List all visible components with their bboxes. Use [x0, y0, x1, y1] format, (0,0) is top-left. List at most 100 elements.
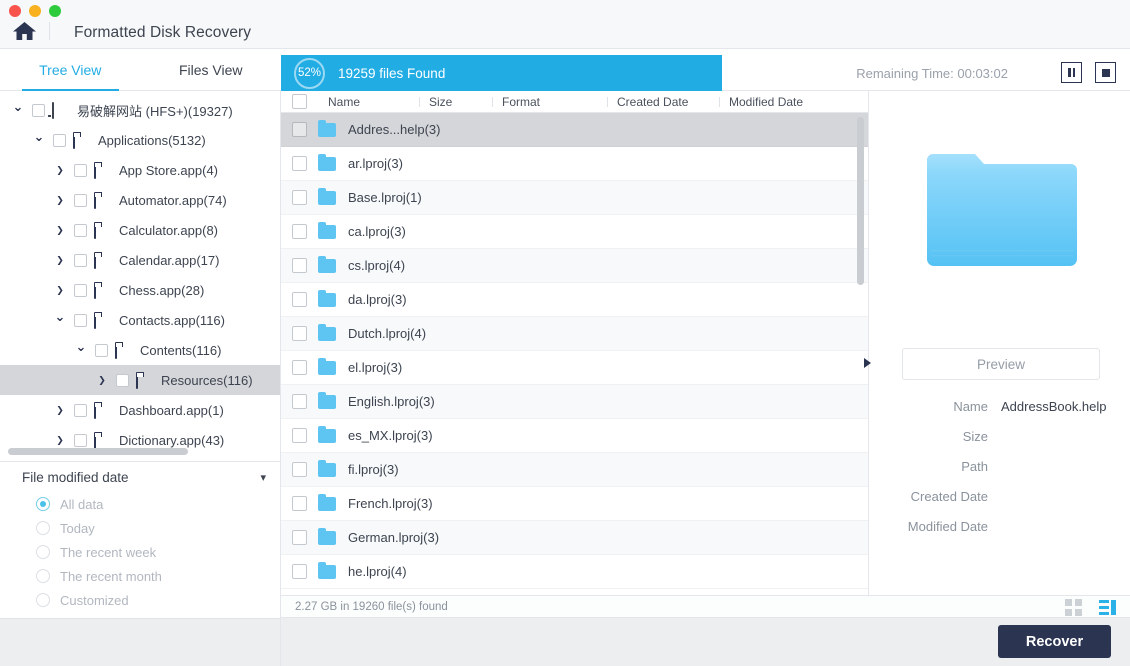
tree-item-checkbox[interactable]	[95, 343, 108, 357]
row-checkbox-cell[interactable]	[281, 224, 318, 239]
tree-item-checkbox[interactable]	[53, 133, 66, 147]
list-view-icon[interactable]	[1099, 600, 1116, 615]
radio-button[interactable]	[36, 497, 50, 511]
row-checkbox[interactable]	[292, 122, 307, 137]
tab-files-view[interactable]: Files View	[141, 49, 282, 91]
column-header-name[interactable]: Name	[318, 95, 419, 109]
row-checkbox-cell[interactable]	[281, 530, 318, 545]
chevron-right-icon[interactable]: ❯	[52, 255, 68, 266]
row-checkbox[interactable]	[292, 428, 307, 443]
row-checkbox-cell[interactable]	[281, 258, 318, 273]
filter-option[interactable]: The recent week	[0, 540, 280, 564]
row-checkbox-cell[interactable]	[281, 496, 318, 511]
recover-button[interactable]: Recover	[998, 625, 1111, 658]
filter-header[interactable]: File modified date ▾	[0, 462, 280, 492]
select-all-checkbox[interactable]	[292, 94, 307, 109]
table-row[interactable]: English.lproj(3)	[281, 385, 868, 419]
pause-button[interactable]	[1061, 62, 1082, 83]
filter-option[interactable]: All data	[0, 492, 280, 516]
table-row[interactable]: da.lproj(3)	[281, 283, 868, 317]
tree-item[interactable]: ⌄ Contacts.app(116)	[0, 305, 280, 335]
chevron-right-icon[interactable]: ❯	[52, 195, 68, 206]
select-all-cell[interactable]	[281, 94, 318, 109]
tree-item-checkbox[interactable]	[74, 283, 87, 297]
filter-option[interactable]: Today	[0, 516, 280, 540]
column-header-size[interactable]: Size	[419, 95, 492, 109]
tree-item[interactable]: ⌄ 易破解网站 (HFS+)(19327)	[0, 95, 280, 125]
zoom-button[interactable]	[49, 5, 61, 17]
column-header-modified[interactable]: Modified Date	[719, 95, 839, 109]
chevron-right-icon[interactable]: ❯	[52, 435, 68, 446]
tree-item[interactable]: ❯ Dashboard.app(1)	[0, 395, 280, 425]
table-row[interactable]: ca.lproj(3)	[281, 215, 868, 249]
chevron-down-icon[interactable]: ⌄	[31, 129, 47, 145]
tree-item-checkbox[interactable]	[74, 163, 87, 177]
minimize-button[interactable]	[29, 5, 41, 17]
table-row[interactable]: ar.lproj(3)	[281, 147, 868, 181]
chevron-right-icon[interactable]: ❯	[52, 285, 68, 296]
preview-button[interactable]: Preview	[902, 348, 1100, 380]
row-checkbox[interactable]	[292, 394, 307, 409]
tree-item-checkbox[interactable]	[74, 433, 87, 447]
radio-button[interactable]	[36, 593, 50, 607]
row-checkbox[interactable]	[292, 530, 307, 545]
table-row[interactable]: Addres...help(3)	[281, 113, 868, 147]
row-checkbox-cell[interactable]	[281, 462, 318, 477]
table-row[interactable]: Base.lproj(1)	[281, 181, 868, 215]
row-checkbox-cell[interactable]	[281, 190, 318, 205]
table-row[interactable]: el.lproj(3)	[281, 351, 868, 385]
row-checkbox[interactable]	[292, 360, 307, 375]
row-checkbox[interactable]	[292, 326, 307, 341]
row-checkbox[interactable]	[292, 156, 307, 171]
tree-horizontal-scrollbar[interactable]	[8, 448, 270, 455]
tree-item-checkbox[interactable]	[74, 403, 87, 417]
home-icon[interactable]	[12, 20, 37, 42]
close-button[interactable]	[9, 5, 21, 17]
row-checkbox-cell[interactable]	[281, 360, 318, 375]
tree-item-checkbox[interactable]	[74, 223, 87, 237]
row-checkbox-cell[interactable]	[281, 564, 318, 579]
tree-item[interactable]: ❯ Resources(116)	[0, 365, 280, 395]
tree-item[interactable]: ❯ Automator.app(74)	[0, 185, 280, 215]
column-header-format[interactable]: Format	[492, 95, 607, 109]
row-checkbox-cell[interactable]	[281, 394, 318, 409]
table-row[interactable]: es_MX.lproj(3)	[281, 419, 868, 453]
row-checkbox[interactable]	[292, 564, 307, 579]
tab-tree-view[interactable]: Tree View	[0, 49, 141, 92]
chevron-down-icon[interactable]: ▾	[260, 471, 266, 484]
tree-item-checkbox[interactable]	[74, 193, 87, 207]
filter-option[interactable]: Customized	[0, 588, 280, 612]
table-row[interactable]: fi.lproj(3)	[281, 453, 868, 487]
chevron-right-icon[interactable]: ❯	[52, 405, 68, 416]
row-checkbox[interactable]	[292, 292, 307, 307]
row-checkbox[interactable]	[292, 224, 307, 239]
tree-item[interactable]: ❯ Chess.app(28)	[0, 275, 280, 305]
row-checkbox-cell[interactable]	[281, 156, 318, 171]
tree-item-checkbox[interactable]	[32, 103, 45, 117]
row-checkbox-cell[interactable]	[281, 292, 318, 307]
row-checkbox[interactable]	[292, 190, 307, 205]
radio-button[interactable]	[36, 569, 50, 583]
row-checkbox[interactable]	[292, 496, 307, 511]
tree-item[interactable]: ❯ App Store.app(4)	[0, 155, 280, 185]
row-checkbox-cell[interactable]	[281, 428, 318, 443]
table-row[interactable]: he.lproj(4)	[281, 555, 868, 589]
table-row[interactable]: Dutch.lproj(4)	[281, 317, 868, 351]
tree-item[interactable]: ❯ Calendar.app(17)	[0, 245, 280, 275]
row-checkbox-cell[interactable]	[281, 122, 318, 137]
chevron-right-icon[interactable]: ❯	[52, 165, 68, 176]
column-header-created[interactable]: Created Date	[607, 95, 719, 109]
row-checkbox[interactable]	[292, 258, 307, 273]
filter-option[interactable]: The recent month	[0, 564, 280, 588]
chevron-down-icon[interactable]: ⌄	[10, 99, 26, 115]
chevron-down-icon[interactable]: ⌄	[73, 339, 89, 355]
file-list-scrollbar[interactable]	[857, 117, 864, 285]
tree-item-checkbox[interactable]	[74, 313, 87, 327]
chevron-right-icon[interactable]: ❯	[94, 375, 110, 386]
tree-item[interactable]: ⌄ Applications(5132)	[0, 125, 280, 155]
panel-collapse-arrow-icon[interactable]	[864, 358, 871, 368]
radio-button[interactable]	[36, 545, 50, 559]
tree-view-panel[interactable]: ⌄ 易破解网站 (HFS+)(19327) ⌄ Applications(5132) ❯…	[0, 91, 281, 461]
table-row[interactable]: cs.lproj(4)	[281, 249, 868, 283]
tree-item-checkbox[interactable]	[74, 253, 87, 267]
